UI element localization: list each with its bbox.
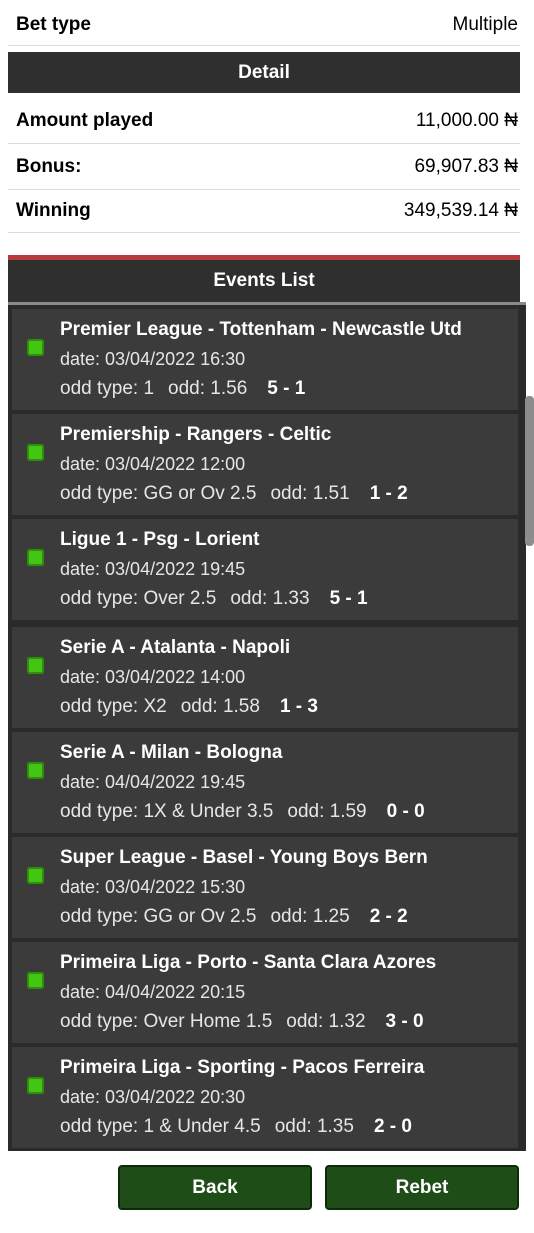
event-odd: odd: 1.33 <box>230 588 310 609</box>
bet-type-value: Multiple <box>452 13 518 35</box>
status-won-icon <box>27 867 44 884</box>
event-odds-line: odd type: 1 & Under 4.5 odd: 1.35 2 - 0 <box>60 1116 426 1138</box>
event-item[interactable]: Premier League - Tottenham - Newcastle U… <box>12 309 518 410</box>
events-list-header: Events List <box>8 260 520 302</box>
winning-row: Winning 349,539.14 ₦ <box>8 190 520 233</box>
status-won-icon <box>27 339 44 356</box>
event-odds-line: odd type: 1 odd: 1.56 5 - 1 <box>60 378 319 400</box>
bonus-label: Bonus: <box>16 155 82 177</box>
status-won-icon <box>27 762 44 779</box>
event-odds-line: odd type: Over 2.5 odd: 1.33 5 - 1 <box>60 588 382 610</box>
event-item[interactable]: Premiership - Rangers - Celtic date: 03/… <box>12 414 518 515</box>
event-odd-type: odd type: 1 & Under 4.5 <box>60 1116 261 1137</box>
event-score: 1 - 2 <box>369 483 408 504</box>
event-title: Primeira Liga - Sporting - Pacos Ferreir… <box>60 1057 425 1078</box>
event-item[interactable]: Serie A - Atalanta - Napoli date: 03/04/… <box>12 627 518 728</box>
event-odd: odd: 1.56 <box>168 378 248 399</box>
status-won-icon <box>27 1077 44 1094</box>
event-item[interactable]: Ligue 1 - Psg - Lorient date: 03/04/2022… <box>12 519 518 620</box>
event-odd-type: odd type: GG or Ov 2.5 <box>60 483 257 504</box>
event-item[interactable]: Primeira Liga - Sporting - Pacos Ferreir… <box>12 1047 518 1148</box>
event-odd-type: odd type: X2 <box>60 696 167 717</box>
event-score: 2 - 2 <box>369 906 408 927</box>
event-odd: odd: 1.25 <box>270 906 350 927</box>
event-score: 2 - 0 <box>373 1116 412 1137</box>
event-odd-type: odd type: Over Home 1.5 <box>60 1011 273 1032</box>
events-list[interactable]: Premier League - Tottenham - Newcastle U… <box>8 305 526 1151</box>
event-item[interactable]: Primeira Liga - Porto - Santa Clara Azor… <box>12 942 518 1043</box>
event-odds-line: odd type: 1X & Under 3.5 odd: 1.59 0 - 0 <box>60 801 439 823</box>
event-odds-line: odd type: Over Home 1.5 odd: 1.32 3 - 0 <box>60 1011 438 1033</box>
bet-type-label: Bet type <box>16 13 91 35</box>
event-title: Ligue 1 - Psg - Lorient <box>60 529 260 550</box>
event-date: date: 04/04/2022 19:45 <box>60 772 246 792</box>
event-title: Super League - Basel - Young Boys Bern <box>60 847 428 868</box>
event-score: 5 - 1 <box>329 588 368 609</box>
winning-label: Winning <box>16 200 91 221</box>
back-button[interactable]: Back <box>118 1165 312 1210</box>
event-date: date: 04/04/2022 20:15 <box>60 982 246 1002</box>
event-date: date: 03/04/2022 12:00 <box>60 454 246 474</box>
event-date: date: 03/04/2022 16:30 <box>60 349 246 369</box>
bonus-row: Bonus: 69,907.83 ₦ <box>8 144 520 190</box>
event-title: Serie A - Atalanta - Napoli <box>60 637 291 658</box>
event-date: date: 03/04/2022 19:45 <box>60 559 246 579</box>
bet-type-row: Bet type Multiple <box>8 4 520 46</box>
event-title: Premiership - Rangers - Celtic <box>60 424 332 445</box>
event-item[interactable]: Super League - Basel - Young Boys Bern d… <box>12 837 518 938</box>
amount-played-label: Amount played <box>16 109 154 131</box>
status-won-icon <box>27 444 44 461</box>
event-odd: odd: 1.58 <box>180 696 260 717</box>
event-odd: odd: 1.35 <box>274 1116 354 1137</box>
event-title: Serie A - Milan - Bologna <box>60 742 283 763</box>
event-title: Primeira Liga - Porto - Santa Clara Azor… <box>60 952 437 973</box>
scrollbar-thumb[interactable] <box>525 396 534 546</box>
bonus-value: 69,907.83 ₦ <box>414 155 518 177</box>
status-won-icon <box>27 657 44 674</box>
event-date: date: 03/04/2022 14:00 <box>60 667 246 687</box>
event-odd: odd: 1.59 <box>287 801 367 822</box>
winning-value: 349,539.14 ₦ <box>403 200 518 221</box>
event-date: date: 03/04/2022 15:30 <box>60 877 246 897</box>
event-date: date: 03/04/2022 20:30 <box>60 1087 246 1107</box>
event-score: 0 - 0 <box>386 801 425 822</box>
event-odd-type: odd type: GG or Ov 2.5 <box>60 906 257 927</box>
event-odd: odd: 1.51 <box>270 483 350 504</box>
event-score: 5 - 1 <box>267 378 306 399</box>
event-odds-line: odd type: GG or Ov 2.5 odd: 1.51 1 - 2 <box>60 483 422 505</box>
amount-played-row: Amount played 11,000.00 ₦ <box>8 98 520 144</box>
amount-played-value: 11,000.00 ₦ <box>415 109 518 131</box>
rebet-button[interactable]: Rebet <box>325 1165 519 1210</box>
event-odds-line: odd type: X2 odd: 1.58 1 - 3 <box>60 696 332 718</box>
event-odd-type: odd type: 1 <box>60 378 155 399</box>
event-odd: odd: 1.32 <box>286 1011 366 1032</box>
event-title: Premier League - Tottenham - Newcastle U… <box>60 319 462 340</box>
event-odds-line: odd type: GG or Ov 2.5 odd: 1.25 2 - 2 <box>60 906 422 928</box>
event-score: 1 - 3 <box>279 696 318 717</box>
event-score: 3 - 0 <box>385 1011 424 1032</box>
event-odd-type: odd type: 1X & Under 3.5 <box>60 801 274 822</box>
detail-header: Detail <box>8 52 520 93</box>
event-odd-type: odd type: Over 2.5 <box>60 588 217 609</box>
event-item[interactable]: Serie A - Milan - Bologna date: 04/04/20… <box>12 732 518 833</box>
status-won-icon <box>27 972 44 989</box>
status-won-icon <box>27 549 44 566</box>
